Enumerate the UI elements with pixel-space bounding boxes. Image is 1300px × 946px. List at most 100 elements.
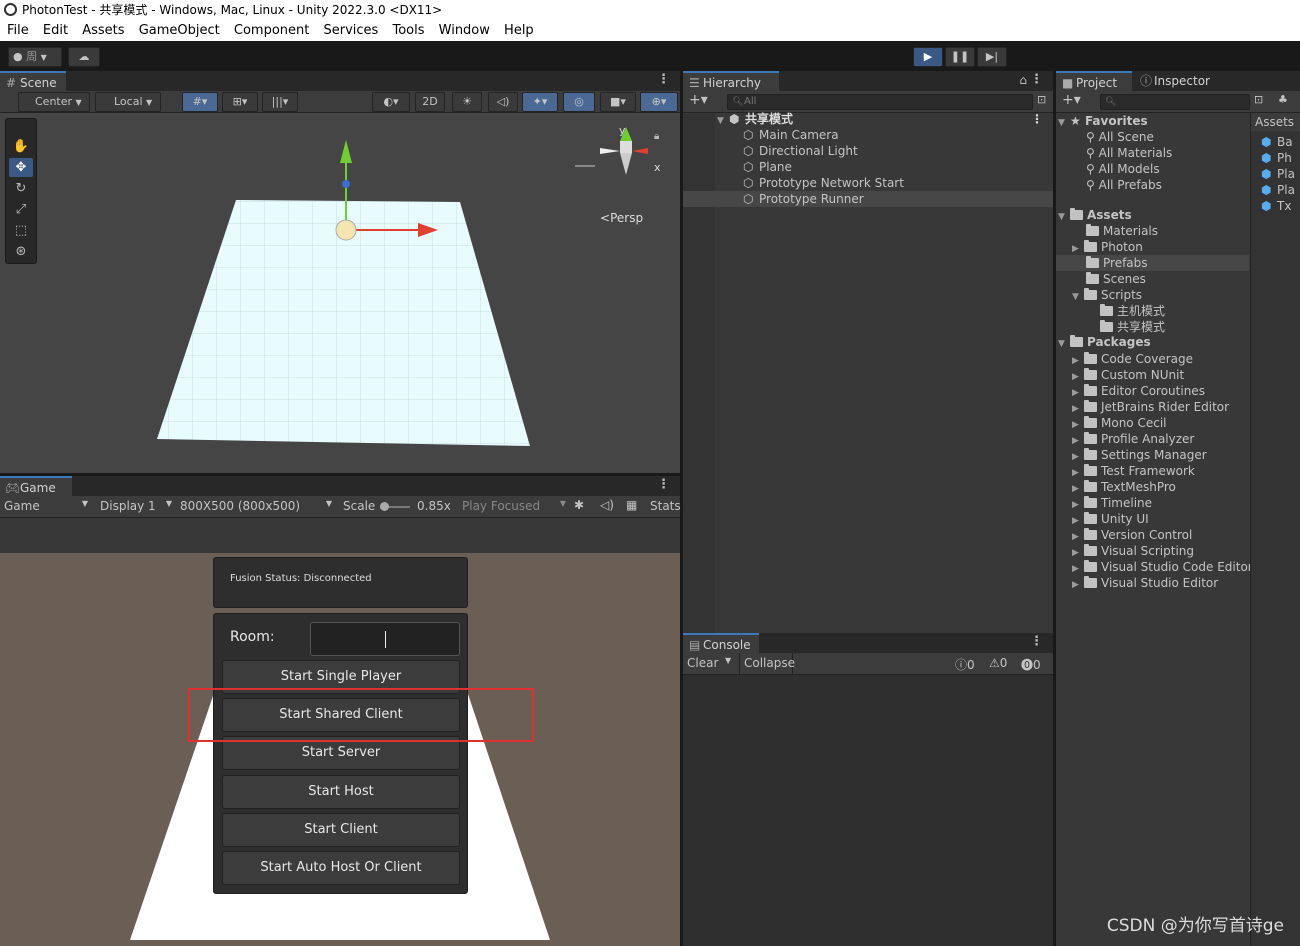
add-icon[interactable]: +▾ [1062, 92, 1081, 108]
step-button[interactable]: ▶| [977, 47, 1007, 67]
tab-inspector[interactable]: ⓘ Inspector [1134, 71, 1224, 91]
increment-snap-button[interactable]: ⊞▾ [222, 92, 258, 112]
menu-component[interactable]: Component [234, 23, 312, 38]
hierarchy-item[interactable]: ⬡ Main Camera [743, 127, 839, 143]
play-focused-dropdown[interactable]: Play Focused ▼ [462, 499, 566, 513]
game-viewport[interactable]: Fusion Status: Disconnected Room: Start … [0, 520, 680, 946]
package-folder[interactable]: ▶ Test Framework [1072, 463, 1195, 479]
project-search-input[interactable]: 🔍︎ [1100, 94, 1250, 110]
menu-assets[interactable]: Assets [82, 23, 127, 38]
shading-mode-dropdown[interactable]: ◐▾ [372, 92, 410, 112]
stats-button[interactable]: Stats [650, 499, 681, 513]
package-folder[interactable]: ▶ Visual Scripting [1072, 543, 1194, 559]
asset-folder[interactable]: Scenes [1086, 271, 1146, 287]
move-tool-icon[interactable]: ✥ [9, 158, 33, 177]
hierarchy-item-selected[interactable]: ⬡ Prototype Runner [743, 191, 864, 207]
favorite-item[interactable]: ⚲ All Scene [1086, 129, 1154, 145]
assets-header[interactable]: ▼ Assets [1058, 207, 1132, 223]
gizmos-dropdown[interactable]: ⊕▾ [640, 92, 678, 112]
add-icon[interactable]: +▾ [689, 92, 708, 108]
transform-tool-icon[interactable]: ⊛ [9, 242, 33, 261]
persp-label[interactable]: <Persp [600, 211, 643, 225]
package-folder[interactable]: ▶ JetBrains Rider Editor [1072, 399, 1229, 415]
asset-file[interactable]: ⬢ Tx [1261, 198, 1291, 214]
start-client-button[interactable]: Start Client [222, 813, 460, 847]
asset-folder[interactable]: 主机模式 [1100, 303, 1165, 319]
transform-pivot-handle[interactable] [335, 219, 357, 241]
rect-tool-icon[interactable]: ⬚ [9, 221, 33, 240]
tab-project[interactable]: ■ Project [1056, 71, 1132, 91]
package-folder[interactable]: ▶ Profile Analyzer [1072, 431, 1194, 447]
package-folder[interactable]: ▶ Mono Cecil [1072, 415, 1166, 431]
play-button[interactable]: ▶ [913, 47, 943, 67]
menu-edit[interactable]: Edit [43, 23, 71, 38]
menu-tools[interactable]: Tools [392, 23, 427, 38]
camera-dropdown[interactable]: ■▾ [600, 92, 636, 112]
tab-hierarchy[interactable]: ☰ Hierarchy [683, 71, 779, 91]
assets-breadcrumb[interactable]: Assets [1251, 113, 1300, 131]
gizmos-grid-icon[interactable]: ▦ [626, 498, 637, 512]
console-log-area[interactable] [683, 675, 1053, 946]
package-folder[interactable]: ▶ Editor Coroutines [1072, 383, 1205, 399]
scale-tool-icon[interactable]: ⤢ [9, 200, 33, 219]
asset-folder[interactable]: ▶ Photon [1072, 239, 1143, 255]
space-dropdown[interactable]: Local ▼ [95, 92, 161, 112]
hierarchy-item[interactable]: ⬡ Prototype Network Start [743, 175, 904, 191]
favorites-header[interactable]: ▼ ★ Favorites [1058, 113, 1148, 129]
start-host-button[interactable]: Start Host [222, 775, 460, 809]
more-options-icon[interactable]: ⋮ [1031, 111, 1043, 127]
visibility-toggle[interactable]: ◎ [563, 92, 595, 112]
warning-count[interactable]: ⚠0 [989, 656, 1007, 670]
cloud-button[interactable]: ☁ [68, 47, 100, 67]
package-folder[interactable]: ▶ Timeline [1072, 495, 1152, 511]
menu-help[interactable]: Help [504, 23, 537, 38]
more-options-icon[interactable]: ⋮ [657, 72, 670, 87]
package-folder[interactable]: ▶ Version Control [1072, 527, 1192, 543]
resolution-dropdown[interactable]: 800X500 (800x500) ▼ [180, 499, 332, 513]
asset-folder[interactable]: Materials [1086, 223, 1158, 239]
account-dropdown[interactable]: ● 周 ▼ [8, 47, 62, 67]
scene-filter-icon[interactable]: ⊡ [1037, 93, 1046, 106]
tab-console[interactable]: ▤ Console [683, 633, 759, 653]
hand-tool-icon[interactable]: ✋ [9, 137, 33, 156]
menu-file[interactable]: File [7, 23, 32, 38]
audio-toggle[interactable]: ◁) [488, 92, 518, 112]
asset-folder[interactable]: 共享模式 [1100, 319, 1165, 335]
pivot-dropdown[interactable]: Center ▼ [18, 92, 90, 112]
favorite-item[interactable]: ⚲ All Models [1086, 161, 1160, 177]
favorite-item[interactable]: ⚲ All Prefabs [1086, 177, 1162, 193]
display-dropdown[interactable]: Display 1 ▼ [100, 499, 172, 513]
clear-button[interactable]: Clear [687, 656, 718, 670]
menu-window[interactable]: Window [439, 23, 493, 38]
asset-labels-icon[interactable]: ♣ [1278, 93, 1288, 106]
asset-file[interactable]: ⬢ Pla [1261, 166, 1295, 182]
favorite-item[interactable]: ⚲ All Materials [1086, 145, 1172, 161]
package-folder[interactable]: ▶ Code Coverage [1072, 351, 1193, 367]
chevron-down-icon[interactable]: ▼ [725, 656, 731, 665]
start-auto-host-or-client-button[interactable]: Start Auto Host Or Client [222, 851, 460, 885]
asset-folder-selected[interactable]: Prefabs [1086, 255, 1148, 271]
scale-slider[interactable] [380, 502, 410, 511]
tab-game[interactable]: 🎮︎ Game [0, 476, 72, 496]
audio-mute-icon[interactable]: ◁) [600, 498, 614, 512]
asset-folder[interactable]: ▼ Scripts [1072, 287, 1142, 303]
asset-file[interactable]: ⬢ Pla [1261, 182, 1295, 198]
effects-dropdown[interactable]: ✦▾ [522, 92, 558, 112]
scene-viewport[interactable]: y x 🔒︎ <Persp ✋ ✥ ↻ ⤢ ⬚ ⊛ [0, 113, 680, 473]
search-by-type-icon[interactable]: ⊡ [1254, 93, 1263, 106]
room-input[interactable] [310, 622, 460, 656]
view-dropdown[interactable]: Game ▼ [4, 499, 88, 513]
rotate-tool-icon[interactable]: ↻ [9, 179, 33, 198]
more-options-icon[interactable]: ⋮ [1030, 72, 1043, 87]
more-options-icon[interactable]: ⋮ [657, 477, 670, 492]
collapse-button[interactable]: Collapse [739, 653, 795, 674]
hierarchy-item[interactable]: ⬡ Directional Light [743, 143, 858, 159]
more-options-icon[interactable]: ⋮ [1030, 634, 1043, 649]
hierarchy-search-input[interactable]: 🔍︎ All [727, 94, 1033, 110]
hierarchy-scene-root[interactable]: ▼ ⬢ 共享模式 ⋮ [717, 111, 1053, 127]
grid-snap-button[interactable]: #▾ [182, 92, 218, 112]
y-axis-handle[interactable] [340, 140, 352, 163]
bug-icon[interactable]: ✱ [574, 498, 584, 512]
lock-icon[interactable]: ⌂ [1019, 73, 1027, 87]
package-folder[interactable]: ▶ Visual Studio Editor [1072, 575, 1218, 591]
